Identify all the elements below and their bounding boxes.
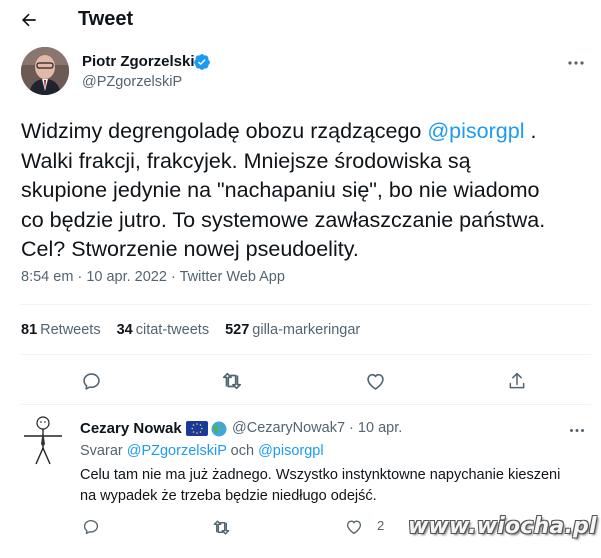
tweet-line: Walki frakcji, frakcyjek. Mniejsze środo… (21, 148, 471, 173)
tweet-text: Widzimy degrengoladę obozu rządzącego @p… (21, 117, 591, 265)
like-button[interactable] (362, 368, 388, 394)
retweets-label: Retweets (40, 322, 101, 338)
reply-button[interactable] (78, 368, 104, 394)
divider (21, 354, 591, 355)
quotes-stat[interactable]: 34 citat-tweets (117, 322, 209, 338)
more-horizontal-icon (570, 428, 584, 432)
likes-label: gilla-markeringar (252, 322, 361, 338)
back-button[interactable] (14, 6, 44, 34)
tweet-line: Cel? Stworzenie nowej pseudoelity. (21, 237, 359, 261)
tweet-stats: 81 Retweets 34 citat-tweets 527 gilla-marke… (21, 322, 360, 338)
reply-avatar[interactable] (18, 414, 68, 468)
tweet-date[interactable]: 10 apr. 2022 (86, 269, 167, 285)
tweet-line: co będzie jutro. To systemowe zawłaszcza… (21, 207, 546, 232)
reply-author-name[interactable]: Cezary Nowak (80, 420, 182, 437)
reply-like-button[interactable] (341, 514, 367, 540)
page-title: Tweet (78, 8, 134, 30)
verified-badge-icon (194, 54, 210, 70)
share-icon (509, 372, 525, 389)
reply-reply-button[interactable] (78, 514, 104, 540)
quotes-count: 34 (116, 322, 133, 338)
flag-emojis (186, 421, 227, 437)
reply-icon (83, 519, 99, 535)
tweet-text-segment: . (524, 119, 537, 143)
reply-text-line: na wypadek że trzeba będzie niedługo ode… (80, 488, 377, 504)
tweet-meta: 8:54 em · 10 apr. 2022 · Twitter Web App (21, 269, 285, 285)
reply-icon (82, 372, 100, 390)
retweet-icon (222, 372, 242, 390)
author-handle[interactable]: @PZgorzelskiP (82, 74, 182, 90)
tweet-time[interactable]: 8:54 em (21, 269, 73, 285)
top-bar: Tweet (0, 0, 601, 40)
retweet-icon (213, 519, 229, 535)
mention-link[interactable]: @pisorgpl (258, 443, 324, 459)
tweet-line: skupione jedynie na "nachapaniu się", bo… (21, 178, 540, 202)
reply-text: Celu tam nie ma już żadnego. Wszystko in… (80, 465, 590, 507)
replying-prefix: Svarar (80, 443, 123, 459)
separator: · (170, 269, 176, 285)
replying-to: Svarar @PZgorzelskiP och @pisorgpl (80, 443, 324, 459)
arrow-left-icon (21, 13, 36, 27)
mention-link[interactable]: @PZgorzelskiP (127, 443, 227, 459)
heart-icon (366, 373, 384, 390)
eu-flag-icon (186, 421, 208, 436)
more-options-button[interactable] (563, 56, 589, 70)
retweets-stat[interactable]: 81 Retweets (21, 322, 101, 338)
separator: · (77, 269, 83, 285)
tweet-line: Widzimy degrengoladę obozu rządzącego @p… (21, 117, 591, 147)
quotes-label: citat-tweets (135, 322, 210, 338)
retweets-count: 81 (21, 322, 38, 338)
mention-link[interactable]: @pisorgpl (427, 119, 524, 143)
reply-retweet-button[interactable] (208, 514, 234, 540)
reply-text-line: Celu tam nie ma już żadnego. Wszystko in… (80, 467, 561, 483)
avatar[interactable] (21, 47, 69, 95)
author-photo (21, 47, 69, 95)
tweet-action-bar (0, 368, 601, 398)
divider (21, 304, 591, 305)
tweet-source[interactable]: Twitter Web App (180, 269, 285, 285)
likes-stat[interactable]: 527 gilla-markeringar (225, 322, 360, 338)
stick-figure-avatar (24, 416, 62, 465)
reply-handle-date[interactable]: @CezaryNowak7 · 10 apr. (232, 420, 402, 436)
author-name[interactable]: Piotr Zgorzelski (82, 53, 195, 70)
retweet-button[interactable] (219, 368, 245, 394)
more-horizontal-icon (568, 61, 584, 65)
reply-more-options-button[interactable] (566, 424, 588, 436)
watermark: www.wiocha.pl (408, 514, 597, 539)
globe-icon (211, 421, 227, 437)
divider (21, 404, 591, 405)
tweet-text-segment: Widzimy degrengoladę obozu rządzącego (21, 119, 428, 143)
likes-count: 527 (225, 322, 250, 338)
heart-icon (346, 520, 362, 535)
share-button[interactable] (504, 368, 530, 394)
reply-like-count: 2 (377, 518, 385, 533)
replying-and: och (230, 443, 255, 459)
